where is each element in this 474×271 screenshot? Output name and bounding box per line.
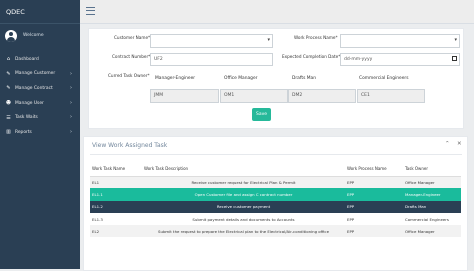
task-owner-cell: Drafts Man: [403, 200, 461, 213]
process-name-cell: EPP: [345, 188, 403, 201]
task-owner-cell: Manager-Engineer: [403, 188, 461, 201]
process-name-cell: EPP: [345, 225, 403, 238]
owner-header-manager-engineer: Manager-Engineer: [155, 76, 196, 81]
sidebar-item-task-waits[interactable]: ☰ Task Waits ›: [0, 110, 80, 125]
save-button[interactable]: Save: [252, 108, 271, 121]
sidebar-item-dashboard[interactable]: ⌂ Dashboard: [0, 52, 80, 67]
table-row[interactable]: EL1.3 Submit payment details and documen…: [90, 212, 461, 226]
table-header-row: Work Task Name Work Task Description Wor…: [90, 161, 461, 177]
task-name-cell: EL1: [90, 176, 142, 189]
avatar-icon: [5, 29, 17, 42]
table-row[interactable]: EL2 Submit the request to prepare the El…: [90, 225, 461, 238]
task-description-cell: Receive customer request for Electrical …: [142, 176, 345, 189]
sidebar-item-label: Manage Customer: [15, 71, 56, 77]
sidebar-item-label: Manage Contract: [15, 85, 53, 91]
table-row[interactable]: EL1.2 Receive customer payment EPP Draft…: [90, 200, 461, 213]
task-owner-cell: Office Manager: [403, 225, 461, 238]
task-name-cell: EL1.3: [90, 212, 142, 226]
process-name-cell: EPP: [345, 212, 403, 226]
task-description-cell: Submit payment details and documents to …: [142, 212, 345, 226]
brand-title[interactable]: QDEC: [0, 0, 80, 24]
welcome-text: Welcome: [23, 33, 44, 38]
task-owner-cell: Office Manager: [403, 176, 461, 189]
table-row[interactable]: EL1 Receive customer request for Electri…: [90, 176, 461, 189]
process-name-cell: EPP: [345, 176, 403, 189]
owner-manager-engineer-field: JMM: [150, 89, 219, 103]
completion-date-label: Expected Completion Date*: [282, 54, 341, 59]
chevron-right-icon: ›: [70, 85, 72, 92]
collapse-icon[interactable]: ⌃: [445, 141, 450, 147]
assigned-task-panel: View Work Assigned Task ⌃ ✕ Work Task Na…: [83, 136, 468, 271]
sidebar-item-label: Manage User: [15, 100, 44, 106]
chevron-right-icon: ›: [70, 99, 72, 106]
process-name-cell: EPP: [345, 200, 403, 213]
column-header[interactable]: Task Owner: [403, 161, 461, 177]
close-icon[interactable]: ✕: [457, 141, 462, 147]
sidebar-menu: ⌂ Dashboard ✎ Manage Customer › ✎ Manage…: [0, 52, 80, 140]
owner-office-manager-field: OM1: [220, 89, 288, 103]
edit-icon: ✎: [6, 85, 11, 92]
sidebar-item-label: Task Waits: [15, 115, 38, 121]
sidebar-item-manage-contract[interactable]: ✎ Manage Contract ›: [0, 81, 80, 96]
chevron-right-icon: ›: [70, 114, 72, 121]
contract-number-input[interactable]: UF2: [150, 53, 273, 66]
chevron-right-icon: ›: [70, 70, 72, 77]
column-header[interactable]: Work Process Name: [345, 161, 403, 177]
sidebar-item-manage-user[interactable]: ☻ Manage User ›: [0, 96, 80, 111]
task-owner-cell: Commercial Engineers: [403, 212, 461, 226]
tasks-icon: ☰: [6, 114, 11, 121]
work-process-label: Work Process Name*: [294, 35, 338, 40]
sidebar-item-manage-customer[interactable]: ✎ Manage Customer ›: [0, 67, 80, 82]
sidebar-item-label: Dashboard: [15, 56, 39, 62]
customer-name-label: Customer Name*: [114, 35, 151, 40]
task-owner-label: Curred Task Owner*: [108, 73, 150, 78]
owner-header-office-manager: Office Manager: [224, 76, 258, 81]
column-header[interactable]: Work Task Name: [90, 161, 142, 177]
column-header[interactable]: Work Task Description: [142, 161, 345, 177]
profile: Welcome: [0, 24, 80, 47]
completion-date-value: dd-mm-yyyy: [344, 57, 373, 62]
users-icon: ☻: [5, 100, 12, 107]
calendar-icon[interactable]: [452, 56, 457, 61]
menu-toggle-icon[interactable]: [86, 7, 95, 15]
assigned-task-table: Work Task Name Work Task Description Wor…: [90, 161, 461, 238]
task-description-cell: Receive customer payment: [142, 200, 345, 213]
bar-chart-icon: ▥: [6, 129, 11, 136]
task-name-cell: EL2: [90, 225, 142, 238]
task-description-cell: Submit the request to prepare the Electr…: [142, 225, 345, 238]
panel-title: View Work Assigned Task: [92, 142, 168, 149]
owner-header-commercial-engineers: Commercial Engineers: [359, 76, 409, 81]
customer-name-select[interactable]: [150, 34, 273, 48]
table-row[interactable]: EL1.1 Open Customer file and assign C co…: [90, 188, 461, 201]
top-navbar: [80, 0, 474, 24]
completion-date-input[interactable]: dd-mm-yyyy: [340, 53, 460, 66]
contract-number-label: Contract Number*: [112, 54, 151, 59]
chevron-right-icon: ›: [70, 128, 72, 135]
work-process-select[interactable]: [340, 34, 460, 48]
owner-drafts-man-field: DM2: [288, 89, 356, 103]
owner-header-drafts-man: Drafts Man: [292, 76, 317, 81]
task-name-cell: EL1.2: [90, 200, 142, 213]
panel-divider: [90, 154, 462, 155]
owner-commercial-engineers-field: CE1: [357, 89, 425, 103]
task-name-cell: EL1.1: [90, 188, 142, 201]
home-icon: ⌂: [6, 56, 11, 63]
edit-icon: ✎: [6, 70, 11, 77]
sidebar: QDEC Welcome ⌂ Dashboard ✎ Manage Custom…: [0, 0, 80, 269]
sidebar-item-label: Reports: [15, 129, 32, 135]
assign-task-form: Customer Name* Work Process Name* Contra…: [88, 28, 464, 129]
task-description-cell: Open Customer file and assign C contract…: [142, 188, 345, 201]
sidebar-item-reports[interactable]: ▥ Reports ›: [0, 125, 80, 140]
